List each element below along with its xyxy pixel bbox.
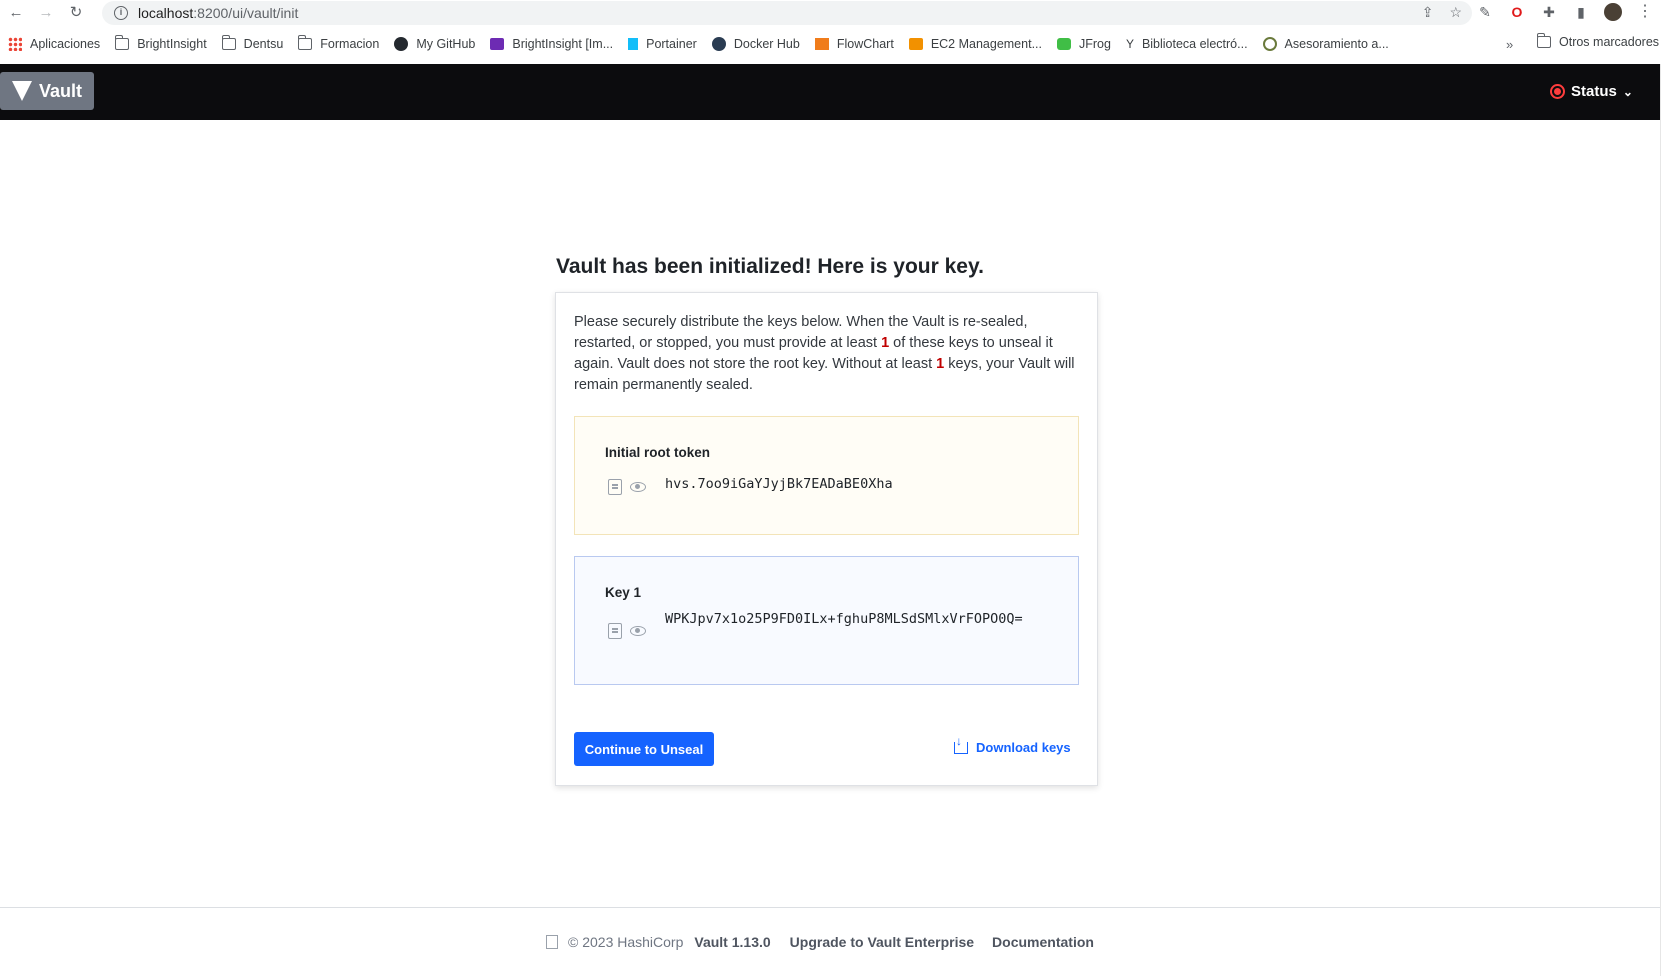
bookmark-formacion[interactable]: Formacion <box>298 35 380 51</box>
status-label: Status <box>1571 83 1617 100</box>
key-value: WPKJpv7x1o25P9FD0ILx+fghuP8MLSdSMlxVrFOP… <box>665 611 1023 627</box>
bookmark-label: EC2 Management... <box>930 37 1042 51</box>
bookmark-dentsu[interactable]: Dentsu <box>221 35 284 51</box>
bookmark-aplicaciones[interactable]: Aplicaciones <box>8 37 100 51</box>
vault-home-logo[interactable]: Vault <box>0 72 94 110</box>
unseal-key-box: Key 1 WPKJpv7x1o25P9FD0ILx+fghuP8MLSdSMl… <box>574 556 1079 685</box>
copy-icon[interactable] <box>608 623 622 639</box>
bookmark-asesoramiento[interactable]: Asesoramiento a... <box>1262 37 1389 51</box>
status-menu[interactable]: Status ⌄ <box>1550 83 1633 100</box>
aws-icon <box>908 38 923 50</box>
share-icon[interactable]: ⇪ <box>1422 4 1434 21</box>
download-icon <box>954 734 968 754</box>
page-scrollbar[interactable] <box>1660 64 1670 976</box>
root-token-value: hvs.7oo9iGaYJyjBk7EADaBE0Xha <box>665 476 893 492</box>
bookmark-label: Formacion <box>320 37 380 51</box>
trello-icon <box>490 38 505 50</box>
bookmark-label: BrightInsight <box>137 37 207 51</box>
side-panel-icon[interactable]: ▮ <box>1572 3 1590 21</box>
library-icon: Y <box>1125 37 1134 51</box>
bookmark-my-github[interactable]: My GitHub <box>394 37 475 51</box>
bookmark-other-folder[interactable]: Otros marcadores <box>1537 33 1660 49</box>
bookmark-label: Portainer <box>646 37 697 51</box>
download-keys-button[interactable]: Download keys <box>954 734 1071 755</box>
back-arrow-icon[interactable]: ← <box>8 5 24 21</box>
reload-icon[interactable]: ↻ <box>68 5 84 21</box>
bookmark-ec2-management[interactable]: EC2 Management... <box>908 37 1042 51</box>
hashicorp-logo-icon <box>546 935 558 949</box>
vault-navbar: Vault Status ⌄ <box>0 64 1660 120</box>
bookmark-label: Aplicaciones <box>30 37 101 51</box>
footer-version-link[interactable]: Vault 1.13.0 <box>694 934 770 950</box>
bookmark-biblioteca[interactable]: Y Biblioteca electró... <box>1126 37 1248 51</box>
root-token-label: Initial root token <box>605 445 711 460</box>
download-keys-label: Download keys <box>976 740 1071 755</box>
url-host: localhost <box>138 5 194 21</box>
bookmark-brightinsight-im[interactable]: BrightInsight [Im... <box>490 37 613 51</box>
profile-avatar[interactable] <box>1604 3 1622 21</box>
flowchart-icon <box>814 38 829 50</box>
eye-icon[interactable] <box>630 626 646 636</box>
address-url[interactable]: localhost:8200/ui/vault/init <box>138 5 298 21</box>
browser-toolbar: ← → ↻ i localhost:8200/ui/vault/init ⇪ ☆… <box>0 0 1670 26</box>
docker-icon <box>711 37 726 51</box>
footer-divider <box>0 907 1660 908</box>
bookmark-portainer[interactable]: Portainer <box>628 37 697 51</box>
bookmark-docker-hub[interactable]: Docker Hub <box>711 37 800 51</box>
init-keys-card: Please securely distribute the keys belo… <box>555 292 1098 786</box>
bookmark-label: JFrog <box>1078 37 1111 51</box>
status-sealed-icon <box>1550 84 1565 99</box>
footer-copyright: © 2023 HashiCorp <box>568 934 684 950</box>
eye-icon[interactable] <box>630 482 646 492</box>
bookmark-label: Otros marcadores <box>1559 35 1660 49</box>
bookmark-jfrog[interactable]: JFrog <box>1056 37 1111 51</box>
github-icon <box>394 37 409 51</box>
vault-logo-text: Vault <box>39 80 83 101</box>
key-threshold: 1 <box>881 335 890 351</box>
continue-to-unseal-button[interactable]: Continue to Unseal <box>574 732 714 766</box>
chevron-down-icon: ⌄ <box>1622 84 1633 99</box>
bookmark-label: FlowChart <box>836 37 894 51</box>
folder-icon <box>221 35 236 50</box>
footer-documentation-link[interactable]: Documentation <box>992 934 1094 950</box>
apps-icon <box>8 37 22 51</box>
forward-arrow-icon[interactable]: → <box>38 5 54 21</box>
bookmark-star-icon[interactable]: ☆ <box>1449 4 1462 21</box>
bookmark-label: My GitHub <box>416 37 476 51</box>
bookmark-flowchart[interactable]: FlowChart <box>814 37 894 51</box>
intro-text: Please securely distribute the keys belo… <box>574 312 1082 396</box>
eyedropper-extension-icon[interactable]: ✎ <box>1476 3 1494 21</box>
bookmarks-bar: Aplicaciones BrightInsight Dentsu Formac… <box>0 31 1670 57</box>
gear-icon <box>1262 37 1277 51</box>
opera-extension-icon[interactable]: O <box>1508 3 1526 21</box>
footer-upgrade-link[interactable]: Upgrade to Vault Enterprise <box>790 934 974 950</box>
vault-triangle-icon <box>12 81 32 101</box>
footer: © 2023 HashiCorp Vault 1.13.0 Upgrade to… <box>546 934 1094 950</box>
bookmark-brightinsight[interactable]: BrightInsight <box>115 35 207 51</box>
jfrog-icon <box>1056 38 1071 50</box>
bookmark-label: Asesoramiento a... <box>1284 37 1389 51</box>
url-path: :8200/ui/vault/init <box>193 5 299 21</box>
bookmark-label: Dentsu <box>243 37 284 51</box>
copy-icon[interactable] <box>608 479 622 495</box>
bookmark-label: Biblioteca electró... <box>1141 37 1248 51</box>
key-label: Key 1 <box>605 585 642 600</box>
folder-icon <box>298 35 313 50</box>
extensions-puzzle-icon[interactable]: ✚ <box>1540 3 1558 21</box>
root-token-box: Initial root token hvs.7oo9iGaYJyjBk7EAD… <box>574 416 1079 535</box>
folder-icon <box>115 35 130 50</box>
address-bar[interactable]: i localhost:8200/ui/vault/init ⇪ ☆ <box>102 1 1472 25</box>
bookmark-label: Docker Hub <box>733 37 800 51</box>
page-title: Vault has been initialized! Here is your… <box>556 255 984 278</box>
portainer-icon <box>628 38 639 50</box>
bookmark-label: BrightInsight [Im... <box>512 37 614 51</box>
folder-icon <box>1537 33 1551 48</box>
more-bookmarks-chevron-icon[interactable]: » <box>1506 37 1513 52</box>
browser-menu-icon[interactable]: ⋮ <box>1636 3 1654 21</box>
site-info-icon[interactable]: i <box>114 6 128 20</box>
